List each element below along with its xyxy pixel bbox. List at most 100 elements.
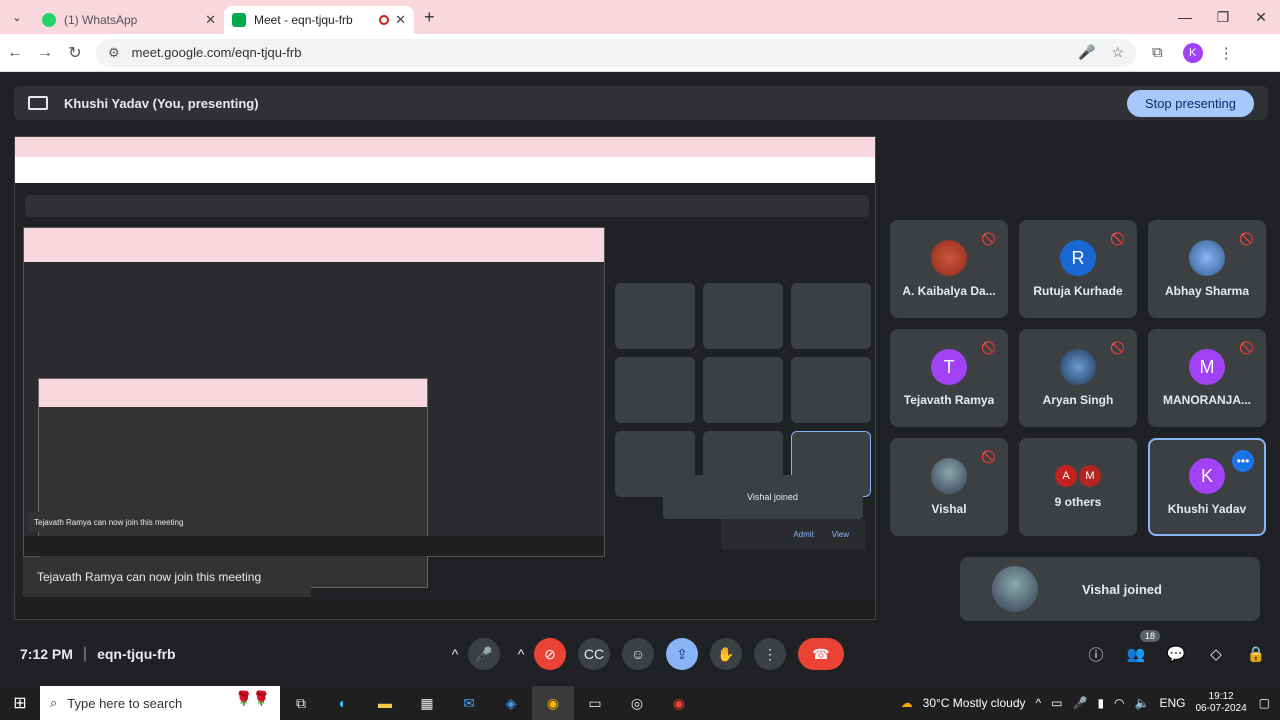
close-tab-icon[interactable]: ✕ <box>395 12 406 28</box>
extensions-icon[interactable]: ⧉ <box>1152 44 1163 61</box>
more-options-button[interactable]: ⋮ <box>754 638 786 670</box>
taskbar-clock[interactable]: 19:12 06-07-2024 <box>1196 691 1247 715</box>
camera-off-button[interactable]: ⊘ <box>534 638 566 670</box>
avatar <box>1189 240 1225 276</box>
others-label: 9 others <box>1054 495 1102 509</box>
site-info-icon[interactable]: ⚙ <box>108 45 120 61</box>
avatar: M <box>1079 465 1101 487</box>
mail-icon[interactable]: ✉ <box>448 686 490 720</box>
roses-icon: 🌹🌹 <box>235 690 270 706</box>
windows-taskbar: ⊞ ⌕ Type here to search 🌹🌹 ⧉ ◐ ▬ ▦ ✉ ◈ ◉… <box>0 686 1280 720</box>
store-icon[interactable]: ▦ <box>406 686 448 720</box>
leave-call-button[interactable]: ☎ <box>798 638 844 670</box>
participant-name: Abhay Sharma <box>1164 284 1250 298</box>
center-controls: ^ 🎤 ^ ⊘ CC ☺ ⇪ ✋ ⋮ ☎ <box>446 638 856 670</box>
language-indicator[interactable]: ENG <box>1159 696 1185 710</box>
microphone-icon[interactable]: 🎤 <box>1078 44 1095 61</box>
others-tile[interactable]: A M 9 others <box>1019 438 1137 536</box>
people-icon[interactable]: 👥 18 <box>1120 630 1160 670</box>
chevron-up-icon[interactable]: ^ <box>446 638 464 670</box>
more-options-icon[interactable]: ••• <box>1232 450 1254 472</box>
maximize-icon[interactable]: ❐ <box>1204 0 1242 34</box>
network-icon[interactable]: ▭ <box>1051 696 1062 710</box>
notifications-icon[interactable]: ▢ <box>1259 696 1270 710</box>
avatar <box>931 240 967 276</box>
battery-icon[interactable]: ▮ <box>1097 696 1104 710</box>
nested-windows-taskbar <box>15 599 875 619</box>
browser-tab-bar: ⌄ (1) WhatsApp ✕ Meet - eqn-tjqu-frb ✕ +… <box>0 0 1280 34</box>
tab-whatsapp[interactable]: (1) WhatsApp ✕ <box>34 6 224 34</box>
avatar <box>992 566 1038 612</box>
windows-start-icon[interactable]: ⊞ <box>0 693 40 713</box>
tab-search-button[interactable]: ⌄ <box>0 0 34 34</box>
participant-tile[interactable]: 🚫 Vishal <box>890 438 1008 536</box>
nested-tile <box>791 283 871 349</box>
chrome-icon[interactable]: ◉ <box>532 686 574 720</box>
participant-tile[interactable]: 🚫 Aryan Singh <box>1019 329 1137 427</box>
emoji-button[interactable]: ☺ <box>622 638 654 670</box>
raise-hand-button[interactable]: ✋ <box>710 638 742 670</box>
close-tab-icon[interactable]: ✕ <box>205 12 216 28</box>
edge-icon[interactable]: ◐ <box>322 686 364 720</box>
new-tab-button[interactable]: + <box>424 7 435 28</box>
microphone-tray-icon: 🎤 <box>1072 696 1088 710</box>
participant-name: Aryan Singh <box>1042 393 1114 407</box>
task-view-icon[interactable]: ⧉ <box>280 686 322 720</box>
participant-tile[interactable]: 🚫 A. Kaibalya Da... <box>890 220 1008 318</box>
obs-icon[interactable]: ◎ <box>616 686 658 720</box>
url-field[interactable]: ⚙ meet.google.com/eqn-tjqu-frb 🎤 ☆ <box>96 38 1136 67</box>
minimize-icon[interactable]: — <box>1166 0 1204 34</box>
host-controls-icon[interactable]: 🔒 <box>1240 638 1272 670</box>
profile-avatar[interactable]: K <box>1182 42 1203 63</box>
back-icon[interactable]: ← <box>0 44 30 62</box>
close-window-icon[interactable]: ✕ <box>1242 0 1280 34</box>
nested-browser-chrome <box>39 379 427 407</box>
chevron-up-icon[interactable]: ^ <box>512 638 530 670</box>
present-screen-icon <box>28 96 48 110</box>
participant-tile[interactable]: 🚫 R Rutuja Kurhade <box>1019 220 1137 318</box>
bookmark-star-icon[interactable]: ☆ <box>1111 44 1124 61</box>
mic-off-icon: 🚫 <box>981 450 996 464</box>
mic-off-icon: 🚫 <box>1110 232 1125 246</box>
participant-name: Vishal <box>931 502 967 516</box>
chat-icon[interactable]: 💬 <box>1160 638 1192 670</box>
taskbar-search[interactable]: ⌕ Type here to search 🌹🌹 <box>40 686 280 720</box>
nested-tile <box>615 357 695 423</box>
participant-tile[interactable]: 🚫 Abhay Sharma <box>1148 220 1266 318</box>
system-tray: ☁ 30°C Mostly cloudy ^ ▭ 🎤 ▮ ◠ 🔈 ENG 19:… <box>901 686 1280 720</box>
participant-name: Khushi Yadav <box>1167 502 1247 516</box>
present-button[interactable]: ⇪ <box>666 638 698 670</box>
captions-button[interactable]: CC <box>578 638 610 670</box>
weather-text[interactable]: 30°C Mostly cloudy <box>923 696 1026 710</box>
volume-icon[interactable]: 🔈 <box>1135 696 1150 710</box>
participant-name: A. Kaibalya Da... <box>902 284 996 298</box>
file-explorer-icon[interactable]: ▬ <box>364 686 406 720</box>
tab-meet[interactable]: Meet - eqn-tjqu-frb ✕ <box>224 6 414 34</box>
reload-icon[interactable]: ↻ <box>60 43 90 63</box>
mic-off-icon: 🚫 <box>1110 341 1125 355</box>
tray-chevron-icon[interactable]: ^ <box>1036 696 1042 710</box>
avatar: A <box>1055 465 1077 487</box>
vscode-icon[interactable]: ◈ <box>490 686 532 720</box>
nested-tab-bar <box>15 137 875 157</box>
participant-tile[interactable]: 🚫 M MANORANJA... <box>1148 329 1266 427</box>
nested-presenting-banner <box>25 195 869 217</box>
join-notification-text: Vishal joined <box>1082 581 1162 597</box>
search-placeholder: Type here to search <box>67 695 183 711</box>
wifi-icon[interactable]: ◠ <box>1114 696 1124 710</box>
forward-icon[interactable]: → <box>30 44 60 62</box>
microphone-button[interactable]: 🎤 <box>468 638 500 670</box>
activities-icon[interactable]: ◇ <box>1200 638 1232 670</box>
self-tile[interactable]: ••• K Khushi Yadav <box>1148 438 1266 536</box>
participant-tile[interactable]: 🚫 T Tejavath Ramya <box>890 329 1008 427</box>
nested-join-toast: Tejavath Ramya can now join this meeting <box>23 557 311 597</box>
avatar <box>1060 349 1096 385</box>
nested-participant-tiles <box>615 283 871 503</box>
avatar: M <box>1189 349 1225 385</box>
participant-grid: 🚫 A. Kaibalya Da... 🚫 R Rutuja Kurhade 🚫… <box>890 220 1270 540</box>
meeting-info-icon[interactable]: ⓘ <box>1080 638 1112 670</box>
stop-presenting-button[interactable]: Stop presenting <box>1126 89 1254 117</box>
terminal-icon[interactable]: ▭ <box>574 686 616 720</box>
chrome-icon[interactable]: ◉ <box>658 686 700 720</box>
browser-menu-icon[interactable]: ⋮ <box>1219 44 1234 62</box>
